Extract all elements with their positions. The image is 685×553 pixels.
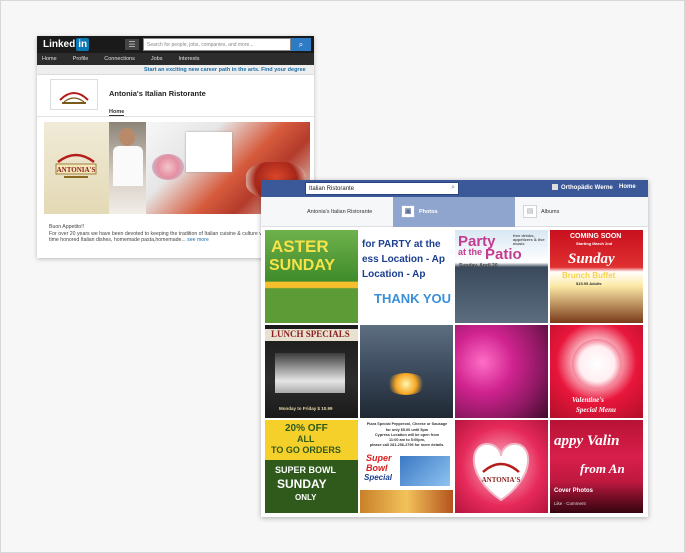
avatar xyxy=(552,184,558,190)
search-icon[interactable]: ⌕ xyxy=(451,184,455,192)
easter-title: ASTER xyxy=(271,237,329,256)
photo-easter-sunday[interactable]: ASTER SUNDAY xyxy=(265,230,358,323)
pizza-bowl: Bowl xyxy=(366,463,388,473)
nav-item-jobs[interactable]: Jobs xyxy=(151,56,163,62)
photo-lunch-specials[interactable]: LUNCH SPECIALS Monday to Friday $ 10.99 xyxy=(265,325,358,418)
tab-photos-label: Photos xyxy=(419,209,438,215)
patio-title-2: at the xyxy=(458,247,483,257)
lunch-price: Monday to Friday $ 10.99 xyxy=(279,406,333,411)
company-header: Antonia's Italian Ristorante Home xyxy=(37,75,314,117)
photo-cover-happy-valentines[interactable]: appy Valin from An Cover Photos Like · C… xyxy=(550,420,643,513)
photo-party-patio[interactable]: Party at the Patio free drinks, appetize… xyxy=(455,230,548,323)
pizza-line-5: please call 281-256-2796 for more detail… xyxy=(369,443,445,447)
promo-link[interactable]: Start an exciting new career path in the… xyxy=(37,65,314,75)
restaurant-logo-icon xyxy=(59,91,89,104)
photo-grid: ASTER SUNDAY for PARTY at the ess Locati… xyxy=(265,230,645,513)
pizza-special: Special xyxy=(364,473,393,482)
banner-logo-text: ANTONIA'S xyxy=(57,166,96,174)
chef-coat xyxy=(113,146,143,186)
party-line-3: Location - Ap xyxy=(362,269,426,280)
heart-logo-text: ANTONIA'S xyxy=(482,476,521,484)
plated-dishes xyxy=(186,132,232,172)
lunch-title: LUNCH SPECIALS xyxy=(271,329,350,339)
superbowl-sunday: SUNDAY xyxy=(277,477,327,491)
tab-photos[interactable]: ▣ Photos xyxy=(393,197,515,227)
pizza-photo xyxy=(400,456,450,486)
easter-subtitle: SUNDAY xyxy=(269,257,336,274)
tab-page-name[interactable]: Antonia's Italian Ristorante xyxy=(307,197,393,227)
fire-glow xyxy=(386,373,426,395)
togo-all: ALL xyxy=(297,434,315,444)
cover-caption-overlay xyxy=(550,482,643,513)
brunch-price: $15.95 Adults xyxy=(576,281,602,286)
brunch-coming-soon: COMING SOON xyxy=(570,233,622,240)
pizza-food xyxy=(360,490,453,513)
photo-flowers[interactable] xyxy=(455,325,548,418)
patio-title-3: Patio xyxy=(485,246,522,263)
superbowl-only: ONLY xyxy=(295,493,317,502)
party-line-1: for PARTY at the xyxy=(362,239,441,250)
banner-chef-panel xyxy=(109,122,146,214)
tab-home[interactable]: Home xyxy=(109,109,125,116)
brunch-sunday: Sunday xyxy=(568,251,615,267)
pizza-line-1: Pizza Special Pepperoni, Cheese or Sausa… xyxy=(366,422,448,426)
valentine-title: Valentine's xyxy=(572,396,604,404)
nav-item-interests[interactable]: Interests xyxy=(178,56,199,62)
photo-sunday-brunch[interactable]: COMING SOON Starting March 2nd Sunday Br… xyxy=(550,230,643,323)
party-line-2: ess Location - Ap xyxy=(362,254,445,265)
company-logo[interactable] xyxy=(50,79,98,110)
photos-icon: ▣ xyxy=(401,205,415,218)
company-name[interactable]: Antonia's Italian Ristorante xyxy=(109,89,206,98)
togo-orders: TO GO ORDERS xyxy=(271,445,341,455)
tab-albums-label: Albums xyxy=(541,209,560,215)
linkedin-logo[interactable]: Linked in xyxy=(41,38,91,51)
like-comment-links[interactable]: Like · Comment xyxy=(554,501,586,507)
brunch-start: Starting March 2nd xyxy=(576,241,613,246)
lunch-photo xyxy=(275,353,345,393)
albums-icon: ▤ xyxy=(523,205,537,218)
photo-valentines-menu[interactable]: Valentine's Special Menu xyxy=(550,325,643,418)
brunch-buffet: Brunch Buffet xyxy=(562,271,616,280)
search-input[interactable]: Italian Ristorante ⌕ xyxy=(305,182,459,195)
nav-item-home[interactable]: Home xyxy=(42,56,57,62)
banner-logo-panel: ANTONIA'S xyxy=(44,122,109,214)
profile-name: Orthopädic Werne xyxy=(561,185,613,191)
search-input-value: Italian Ristorante xyxy=(309,186,355,192)
patio-details: free drinks, appetizers & live music xyxy=(513,233,545,246)
thank-you-text: THANK YOU xyxy=(374,291,452,306)
linkedin-nav: Home Profile Connections Jobs Interests xyxy=(37,53,314,65)
search-input[interactable]: Search for people, jobs, companies, and … xyxy=(143,38,291,51)
valentine-subtitle: Special Menu xyxy=(576,406,616,414)
nav-item-profile[interactable]: Profile xyxy=(73,56,89,62)
photo-to-go-superbowl[interactable]: 20% OFF ALL TO GO ORDERS SUPER BOWL SUND… xyxy=(265,420,358,513)
photo-fire-pit[interactable] xyxy=(360,325,453,418)
togo-discount: 20% OFF xyxy=(285,423,328,434)
photo-party-announcement[interactable]: for PARTY at the ess Location - Ap Locat… xyxy=(360,230,453,323)
cover-photos-label[interactable]: Cover Photos xyxy=(554,488,593,494)
page-tabs: Antonia's Italian Ristorante ▣ Photos ▤ Al… xyxy=(261,197,648,227)
nav-item-connections[interactable]: Connections xyxy=(104,56,135,62)
pizza-super: Super xyxy=(366,453,392,463)
photo-pizza-special[interactable]: Pizza Special Pepperoni, Cheese or Sausa… xyxy=(360,420,453,513)
menu-icon[interactable]: ☰ xyxy=(125,39,139,50)
profile-link[interactable]: Orthopädic Werne xyxy=(552,184,613,191)
photo-heart-logo[interactable]: ANTONIA'S xyxy=(455,420,548,513)
gelato-dish xyxy=(152,154,184,180)
chef-head xyxy=(119,128,135,146)
facebook-window: Italian Ristorante ⌕ Orthopädic Werne Ho… xyxy=(261,180,648,517)
superbowl-text: SUPER BOWL xyxy=(275,465,337,475)
facebook-topbar: Italian Ristorante ⌕ Orthopädic Werne Ho… xyxy=(261,180,648,197)
antonias-logo-icon: ANTONIA'S xyxy=(55,153,97,178)
patio-date: Sunday, April 20 xyxy=(459,263,498,269)
happyval-from: from An xyxy=(580,461,625,476)
search-icon: ⌕ xyxy=(298,40,304,49)
linkedin-topbar: Linked in ☰ Search for people, jobs, comp… xyxy=(37,36,314,53)
see-more-link[interactable]: see more xyxy=(187,237,209,243)
tab-albums[interactable]: ▤ Albums xyxy=(515,197,635,227)
heart-icon: ANTONIA'S xyxy=(473,442,529,502)
home-link[interactable]: Home xyxy=(619,184,636,190)
search-button[interactable]: ⌕ xyxy=(291,38,311,51)
valentine-heart xyxy=(572,339,622,389)
happyval-title: appy Valin xyxy=(554,433,620,449)
